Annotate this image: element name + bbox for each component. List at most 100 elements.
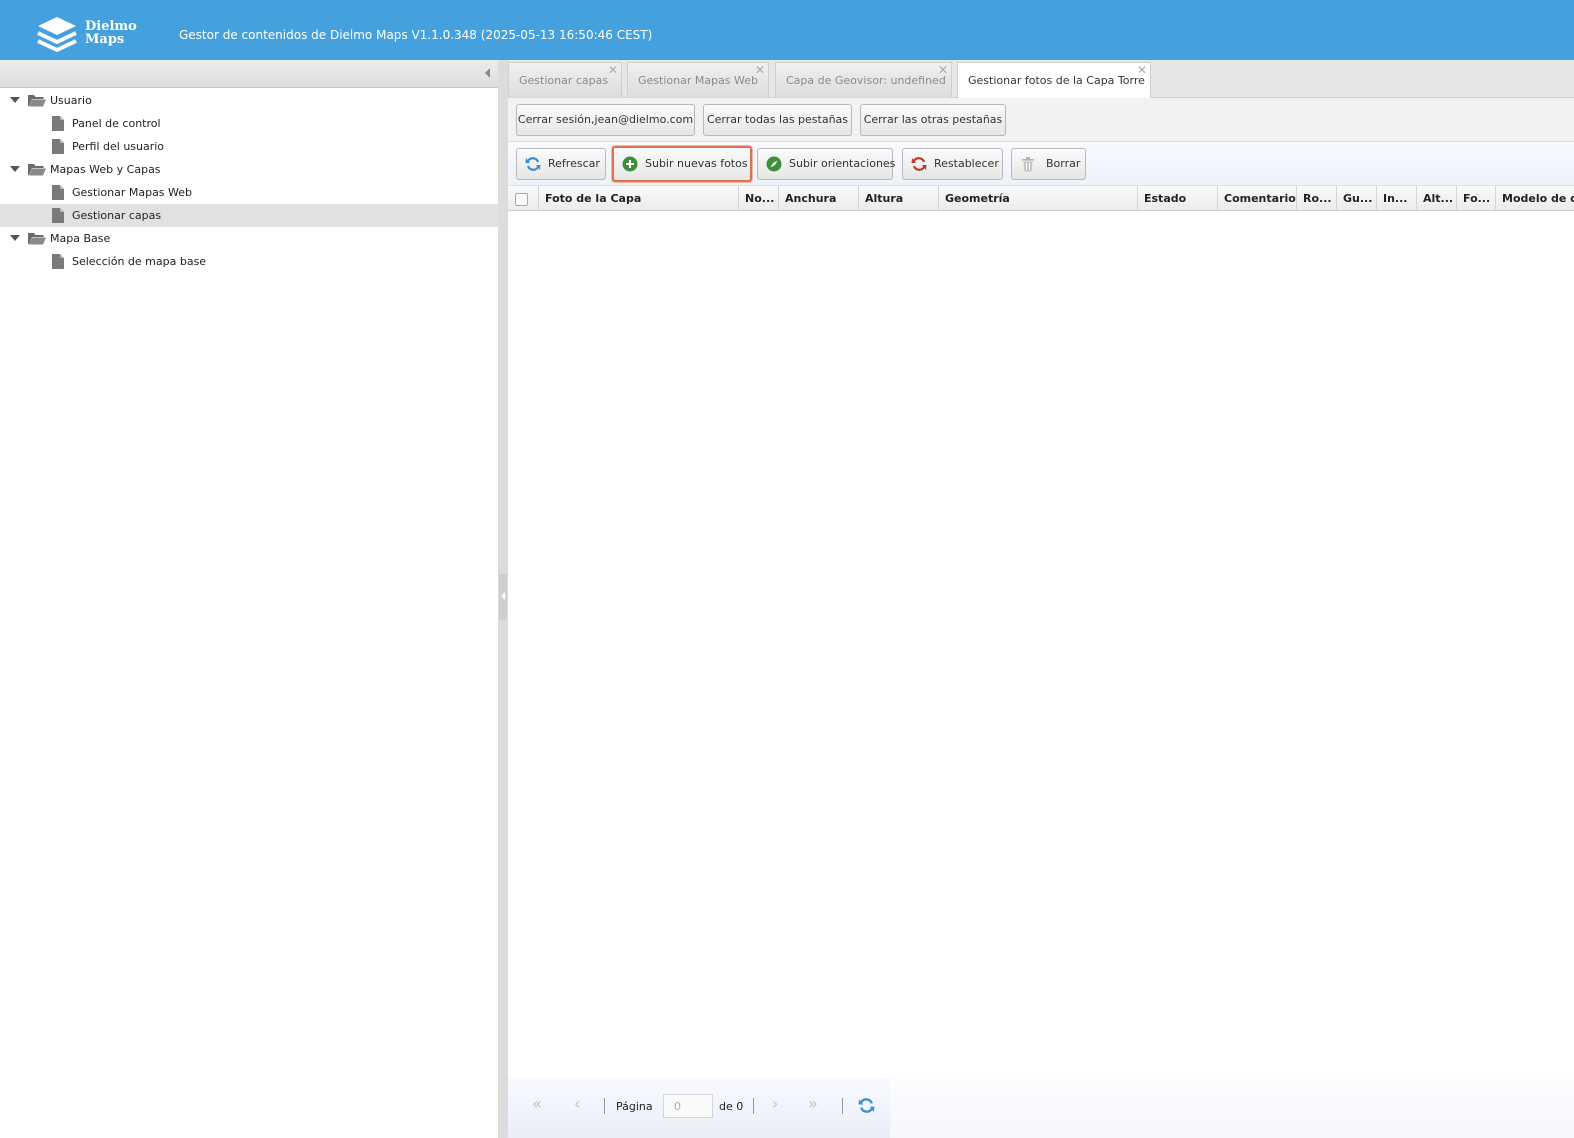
pager-separator — [753, 1098, 754, 1114]
tree-folder-mapas-web-y-capas[interactable]: Mapas Web y Capas — [0, 158, 498, 181]
navigation-tree: Usuario Panel de control Perfil del usua… — [0, 89, 498, 273]
tree-folder-mapa-base[interactable]: Mapa Base — [0, 227, 498, 250]
close-icon[interactable]: ✕ — [938, 60, 948, 88]
close-icon[interactable]: ✕ — [755, 60, 765, 88]
pagination-bar-fill — [890, 1078, 1574, 1138]
tree-label: Selección de mapa base — [72, 255, 207, 268]
pager-separator — [604, 1098, 605, 1114]
collapse-left-icon[interactable] — [485, 68, 490, 78]
expand-arrow-icon[interactable] — [10, 97, 20, 103]
tree-label: Usuario — [50, 94, 92, 107]
column-header[interactable]: Altura — [859, 186, 939, 211]
panel-splitter[interactable] — [498, 60, 508, 1138]
tree-item-seleccion-de-mapa-base[interactable]: Selección de mapa base — [0, 250, 498, 273]
trash-icon — [1022, 157, 1034, 172]
tab-gestionar-mapas-web[interactable]: Gestionar Mapas Web ✕ — [627, 62, 769, 98]
navigation-panel: Usuario Panel de control Perfil del usua… — [0, 60, 498, 1138]
navigation-panel-header — [0, 60, 498, 88]
next-page-icon[interactable]: › — [772, 1094, 778, 1113]
grid-body — [508, 211, 1574, 1078]
column-header[interactable]: Fo... — [1457, 186, 1496, 211]
tab-label: Capa de Geovisor: undefined — [786, 74, 946, 87]
last-page-icon[interactable]: » — [808, 1094, 818, 1113]
logout-button[interactable]: Cerrar sesión,jean@dielmo.com — [516, 104, 695, 136]
grid-header: Foto de la Capa No... Anchura Altura Geo… — [508, 186, 1574, 211]
expand-arrow-icon[interactable] — [10, 166, 20, 172]
pager-separator — [842, 1098, 843, 1114]
tree-label: Gestionar capas — [72, 209, 162, 222]
close-other-tabs-button[interactable]: Cerrar las otras pestañas — [860, 104, 1006, 136]
tab-label: Gestionar capas — [519, 74, 609, 87]
file-icon — [52, 208, 64, 223]
tree-item-gestionar-capas[interactable]: Gestionar capas — [0, 204, 498, 227]
tab-bar: Gestionar capas ✕ Gestionar Mapas Web ✕ … — [508, 60, 1574, 99]
tab-label: Gestionar Mapas Web — [638, 74, 759, 87]
file-icon — [52, 116, 64, 131]
folder-open-icon — [28, 233, 46, 245]
photos-toolbar: Refrescar Subir nuevas fotos Subir orien… — [508, 142, 1574, 186]
button-label: Restablecer — [934, 157, 999, 170]
tree-label: Perfil del usuario — [72, 140, 165, 153]
column-header[interactable]: Comentario — [1218, 186, 1297, 211]
session-toolbar: Cerrar sesión,jean@dielmo.com Cerrar tod… — [508, 98, 1574, 142]
folder-open-icon — [28, 164, 46, 176]
tree-label: Mapas Web y Capas — [50, 163, 161, 176]
file-icon — [52, 254, 64, 269]
tab-capa-de-geovisor[interactable]: Capa de Geovisor: undefined ✕ — [775, 62, 952, 98]
app-header: Dielmo Maps Gestor de contenidos de Diel… — [0, 0, 1574, 60]
column-header[interactable]: Gu... — [1337, 186, 1377, 211]
first-page-icon[interactable]: « — [532, 1094, 542, 1113]
page-total-label: de 0 — [719, 1100, 744, 1113]
tree-item-perfil-del-usuario[interactable]: Perfil del usuario — [0, 135, 498, 158]
tree-label: Gestionar Mapas Web — [72, 186, 193, 199]
column-header[interactable]: Alt... — [1417, 186, 1457, 211]
close-all-tabs-button[interactable]: Cerrar todas las pestañas — [703, 104, 852, 136]
reset-button[interactable]: Restablecer — [902, 148, 1003, 180]
column-header[interactable]: Anchura — [779, 186, 859, 211]
column-header[interactable]: No... — [739, 186, 779, 211]
logo-text: Dielmo Maps — [85, 19, 137, 47]
page-label: Página — [616, 1100, 653, 1113]
folder-open-icon — [28, 95, 46, 107]
tab-label: Gestionar fotos de la Capa Torre — [968, 74, 1145, 87]
tree-label: Panel de control — [72, 117, 161, 130]
page-number-input[interactable] — [663, 1094, 713, 1118]
select-all-column[interactable] — [508, 186, 539, 211]
tree-item-gestionar-mapas-web[interactable]: Gestionar Mapas Web — [0, 181, 498, 204]
splitter-collapse-icon[interactable] — [499, 574, 507, 620]
tree-item-panel-de-control[interactable]: Panel de control — [0, 112, 498, 135]
refresh-button[interactable]: Refrescar — [516, 148, 606, 180]
previous-page-icon[interactable]: ‹ — [574, 1094, 580, 1113]
upload-orientations-button[interactable]: Subir orientaciones — [757, 148, 896, 180]
reset-icon — [911, 157, 927, 171]
delete-button[interactable]: Borrar — [1011, 148, 1086, 180]
tree-label: Mapa Base — [50, 232, 111, 245]
column-header[interactable]: Modelo de d — [1496, 186, 1574, 211]
main-content: Gestionar capas ✕ Gestionar Mapas Web ✕ … — [508, 60, 1574, 1138]
button-label: Refrescar — [548, 157, 600, 170]
button-label: Subir nuevas fotos — [645, 157, 748, 170]
tab-gestionar-fotos-capa-torre[interactable]: Gestionar fotos de la Capa Torre ✕ — [957, 62, 1151, 99]
pager-refresh-icon[interactable] — [858, 1097, 875, 1114]
close-icon[interactable]: ✕ — [608, 60, 618, 88]
refresh-icon — [525, 157, 541, 171]
column-header[interactable]: Ro... — [1297, 186, 1337, 211]
add-circle-icon — [622, 156, 638, 172]
column-header[interactable]: Foto de la Capa — [539, 186, 739, 211]
close-icon[interactable]: ✕ — [1137, 60, 1147, 88]
button-label: Subir orientaciones — [789, 157, 896, 170]
compass-icon — [766, 156, 782, 172]
tree-folder-usuario[interactable]: Usuario — [0, 89, 498, 112]
column-header[interactable]: Estado — [1138, 186, 1218, 211]
file-icon — [52, 139, 64, 154]
app-title: Gestor de contenidos de Dielmo Maps V1.1… — [179, 28, 653, 42]
expand-arrow-icon[interactable] — [10, 235, 20, 241]
column-header[interactable]: In... — [1377, 186, 1417, 211]
button-label: Borrar — [1046, 157, 1081, 170]
column-header[interactable]: Geometría — [939, 186, 1138, 211]
upload-new-photos-button[interactable]: Subir nuevas fotos — [612, 146, 752, 182]
tab-gestionar-capas[interactable]: Gestionar capas ✕ — [508, 62, 622, 98]
file-icon — [52, 185, 64, 200]
select-all-checkbox[interactable] — [515, 193, 528, 206]
layers-logo-icon — [37, 17, 77, 52]
